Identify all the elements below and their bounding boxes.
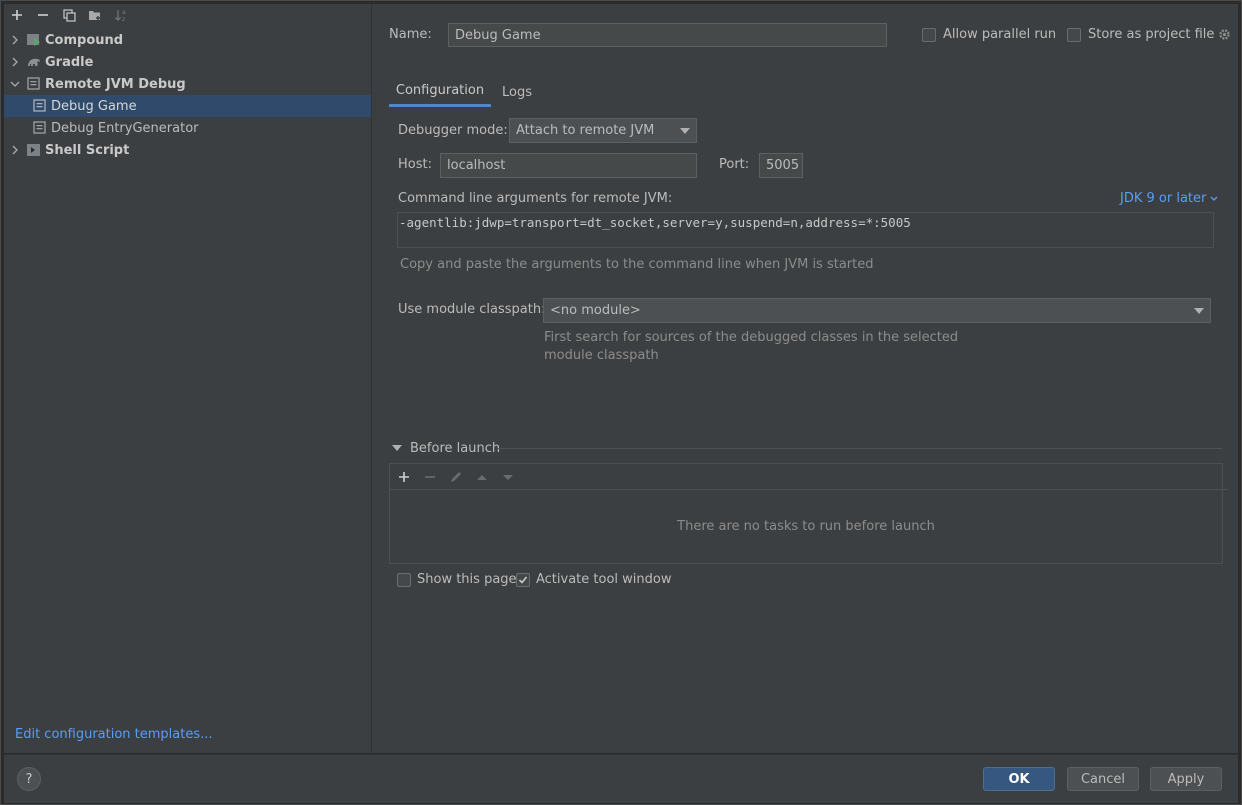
host-field[interactable]: localhost: [440, 153, 697, 178]
remote-debug-icon: [26, 76, 42, 92]
debugger-mode-label: Debugger mode:: [398, 123, 508, 138]
tree-item-label: Compound: [45, 32, 124, 48]
tree-item-shell-script[interactable]: Shell Script: [4, 139, 371, 161]
remove-icon[interactable]: [422, 469, 438, 485]
module-hint-line1: First search for sources of the debugged…: [544, 330, 959, 345]
compound-icon: [26, 32, 42, 48]
tree-item-label: Shell Script: [45, 142, 130, 158]
checkbox-box[interactable]: [922, 27, 936, 42]
activate-tool-window-checkbox[interactable]: Activate tool window: [516, 572, 671, 587]
port-value: 5005: [766, 158, 800, 173]
ok-button[interactable]: OK: [983, 767, 1055, 791]
checkbox-box[interactable]: [1067, 27, 1081, 42]
debugger-mode-value: Attach to remote JVM: [516, 123, 655, 138]
name-value: Debug Game: [455, 27, 541, 43]
shell-script-icon: [26, 142, 42, 158]
add-icon[interactable]: [7, 5, 27, 25]
allow-parallel-run-label: Allow parallel run: [943, 27, 1057, 42]
chevron-right-icon[interactable]: [8, 55, 22, 69]
cmd-args-value: -agentlib:jdwp=transport=dt_socket,serve…: [399, 215, 911, 230]
dropdown-arrow-icon: [680, 127, 690, 134]
cmd-args-field[interactable]: -agentlib:jdwp=transport=dt_socket,serve…: [397, 212, 1214, 248]
name-label: Name:: [389, 27, 432, 42]
tree-item-compound[interactable]: Compound: [4, 29, 371, 51]
jdk-version-label: JDK 9 or later: [1120, 191, 1207, 206]
add-icon[interactable]: [396, 469, 412, 485]
apply-button[interactable]: Apply: [1150, 767, 1222, 791]
cancel-button[interactable]: Cancel: [1067, 767, 1139, 791]
before-launch-empty-text: There are no tasks to run before launch: [677, 518, 935, 534]
gear-icon[interactable]: [1218, 28, 1231, 41]
tree-item-label: Debug Game: [51, 98, 137, 114]
ok-label: OK: [1008, 771, 1030, 787]
module-hint-line2: module classpath: [544, 348, 659, 363]
tree-item-label: Debug EntryGenerator: [51, 120, 199, 136]
tab-label: Logs: [502, 84, 532, 100]
tree-item-label: Gradle: [45, 54, 94, 70]
configurations-sidebar: az Compound Gradle Remote JVM Debug Debu…: [4, 4, 372, 753]
help-button[interactable]: ?: [17, 767, 41, 791]
chevron-right-icon[interactable]: [8, 143, 22, 157]
checkbox-box[interactable]: [516, 572, 530, 587]
copy-icon[interactable]: [59, 5, 79, 25]
sort-icon[interactable]: az: [111, 5, 131, 25]
debugger-mode-select[interactable]: Attach to remote JVM: [509, 118, 697, 143]
before-launch-toolbar: [390, 464, 1228, 490]
tree-item-debug-game[interactable]: Debug Game: [4, 95, 371, 117]
host-value: localhost: [447, 158, 506, 173]
divider: [498, 448, 1222, 449]
edit-icon[interactable]: [448, 469, 464, 485]
before-launch-panel: There are no tasks to run before launch: [389, 463, 1228, 564]
edit-templates-link[interactable]: Edit configuration templates...: [15, 727, 213, 742]
remove-icon[interactable]: [33, 5, 53, 25]
cmd-args-label: Command line arguments for remote JVM:: [398, 191, 673, 206]
remote-debug-icon: [32, 120, 48, 136]
chevron-down-icon[interactable]: [8, 77, 22, 91]
module-classpath-select[interactable]: <no module>: [543, 298, 1211, 323]
new-folder-icon[interactable]: [85, 5, 105, 25]
dropdown-arrow-icon: [1194, 307, 1204, 314]
checkmark-icon: [518, 576, 528, 584]
dialog-button-bar: ? OK Cancel Apply: [4, 754, 1238, 803]
tree-item-remote-jvm-debug[interactable]: Remote JVM Debug: [4, 73, 371, 95]
module-classpath-value: <no module>: [550, 303, 641, 318]
module-classpath-label: Use module classpath:: [398, 302, 546, 317]
chevron-right-icon[interactable]: [8, 33, 22, 47]
move-up-icon[interactable]: [474, 469, 490, 485]
collapse-arrow-icon[interactable]: [392, 445, 402, 452]
port-field[interactable]: 5005: [759, 153, 803, 178]
cancel-label: Cancel: [1080, 771, 1126, 787]
configuration-editor: Name: Debug Game Allow parallel run Stor…: [372, 4, 1238, 753]
before-launch-list: There are no tasks to run before launch: [390, 489, 1222, 563]
svg-text:a: a: [122, 9, 126, 16]
show-this-page-label: Show this page: [417, 572, 517, 587]
tree-item-gradle[interactable]: Gradle: [4, 51, 371, 73]
port-label: Port:: [719, 157, 750, 172]
apply-label: Apply: [1167, 771, 1205, 787]
tab-configuration[interactable]: Configuration: [389, 77, 491, 107]
before-launch-label: Before launch: [410, 441, 501, 456]
move-down-icon[interactable]: [500, 469, 516, 485]
help-label: ?: [25, 771, 33, 787]
checkbox-box[interactable]: [397, 572, 411, 587]
tree-item-label: Remote JVM Debug: [45, 76, 186, 92]
before-launch-header[interactable]: Before launch: [392, 441, 500, 456]
tree-item-debug-entrygenerator[interactable]: Debug EntryGenerator: [4, 117, 371, 139]
show-this-page-checkbox[interactable]: Show this page: [397, 572, 517, 587]
remote-debug-icon: [32, 98, 48, 114]
svg-text:z: z: [122, 16, 125, 22]
chevron-down-icon: [1210, 196, 1218, 201]
jdk-version-link[interactable]: JDK 9 or later: [1120, 191, 1218, 206]
store-as-project-file-label: Store as project file: [1088, 27, 1215, 42]
cmd-args-hint: Copy and paste the arguments to the comm…: [400, 257, 874, 272]
store-as-project-file-checkbox[interactable]: Store as project file: [1067, 27, 1231, 42]
activate-tool-window-label: Activate tool window: [536, 572, 672, 587]
sidebar-toolbar: az: [7, 5, 131, 25]
allow-parallel-run-checkbox[interactable]: Allow parallel run: [922, 27, 1056, 42]
name-field[interactable]: Debug Game: [448, 23, 887, 47]
gradle-icon: [26, 54, 42, 70]
tab-label: Configuration: [395, 83, 485, 98]
host-label: Host:: [398, 157, 432, 172]
tab-logs[interactable]: Logs: [492, 77, 542, 107]
